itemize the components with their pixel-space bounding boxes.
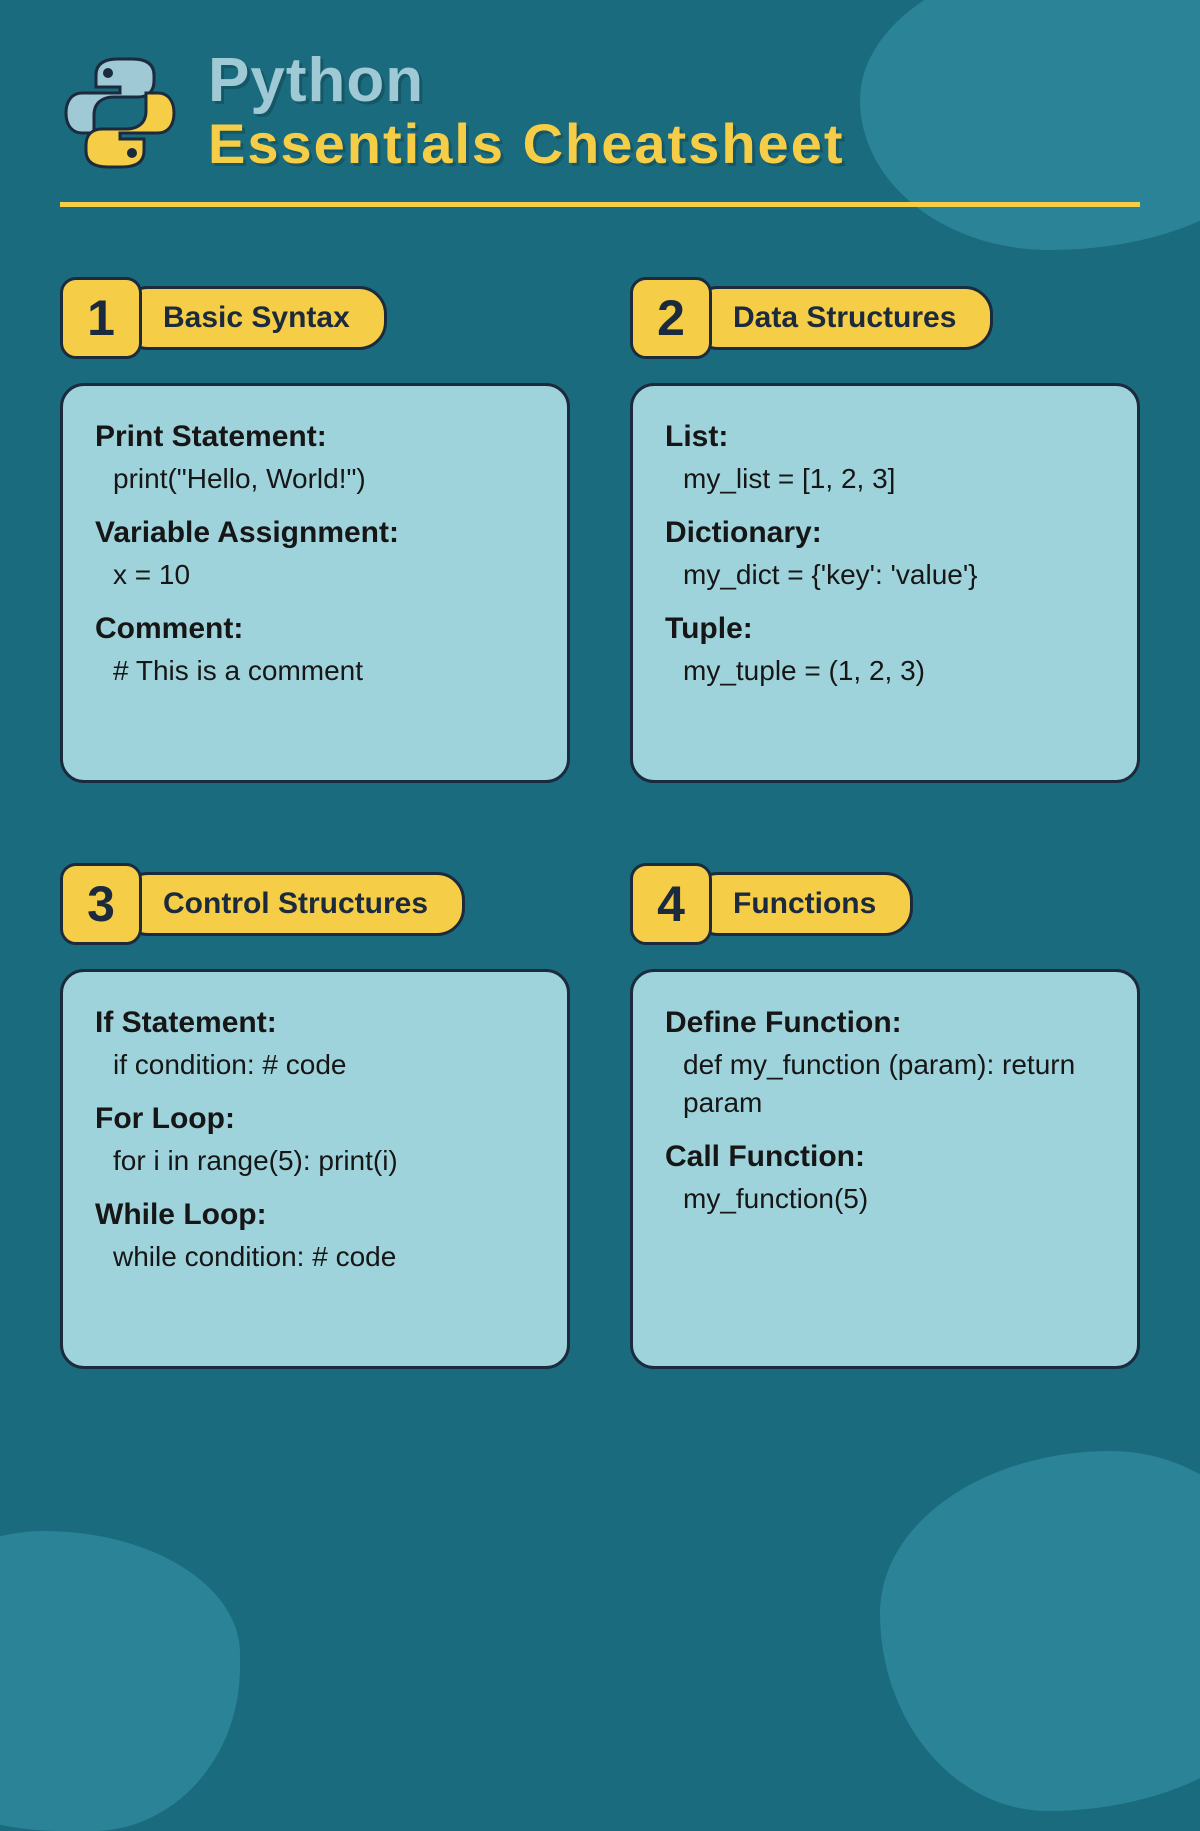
section-number-badge: 4 (630, 863, 712, 945)
item-label: Call Function: (665, 1140, 1105, 1174)
item-code: for i in range(5): print(i) (95, 1142, 535, 1180)
item-code: while condition: # code (95, 1238, 535, 1276)
item-label: Variable Assignment: (95, 516, 535, 550)
item-code: print("Hello, World!") (95, 460, 535, 498)
section-data-structures: 2 Data Structures List: my_list = [1, 2,… (630, 277, 1140, 783)
item-code: my_dict = {'key': 'value'} (665, 556, 1105, 594)
section-number-badge: 1 (60, 277, 142, 359)
section-title: Functions (690, 872, 913, 936)
section-card: List: my_list = [1, 2, 3] Dictionary: my… (630, 383, 1140, 783)
item-label: For Loop: (95, 1102, 535, 1136)
section-card: Print Statement: print("Hello, World!") … (60, 383, 570, 783)
section-title: Control Structures (120, 872, 465, 936)
item-label: Tuple: (665, 612, 1105, 646)
section-card: Define Function: def my_function (param)… (630, 969, 1140, 1369)
page-title-line1: Python (208, 50, 844, 112)
item-label: If Statement: (95, 1006, 535, 1040)
item-label: Dictionary: (665, 516, 1105, 550)
section-card: If Statement: if condition: # code For L… (60, 969, 570, 1369)
decorative-blob (0, 1531, 240, 1831)
section-number-badge: 3 (60, 863, 142, 945)
item-code: # This is a comment (95, 652, 535, 690)
page-header: Python Essentials Cheatsheet (60, 50, 1140, 176)
item-label: Print Statement: (95, 420, 535, 454)
item-code: def my_function (param): return param (665, 1046, 1105, 1122)
section-functions: 4 Functions Define Function: def my_func… (630, 863, 1140, 1369)
item-label: While Loop: (95, 1198, 535, 1232)
decorative-blob (880, 1451, 1200, 1811)
item-label: Comment: (95, 612, 535, 646)
item-code: my_tuple = (1, 2, 3) (665, 652, 1105, 690)
item-code: if condition: # code (95, 1046, 535, 1084)
section-title: Basic Syntax (120, 286, 387, 350)
sections-grid: 1 Basic Syntax Print Statement: print("H… (60, 277, 1140, 1369)
item-label: Define Function: (665, 1006, 1105, 1040)
page-title-line2: Essentials Cheatsheet (208, 112, 844, 176)
section-title: Data Structures (690, 286, 993, 350)
item-label: List: (665, 420, 1105, 454)
section-basic-syntax: 1 Basic Syntax Print Statement: print("H… (60, 277, 570, 783)
header-divider (60, 202, 1140, 207)
python-logo-icon (60, 53, 180, 173)
item-code: my_list = [1, 2, 3] (665, 460, 1105, 498)
section-number-badge: 2 (630, 277, 712, 359)
item-code: my_function(5) (665, 1180, 1105, 1218)
item-code: x = 10 (95, 556, 535, 594)
section-control-structures: 3 Control Structures If Statement: if co… (60, 863, 570, 1369)
